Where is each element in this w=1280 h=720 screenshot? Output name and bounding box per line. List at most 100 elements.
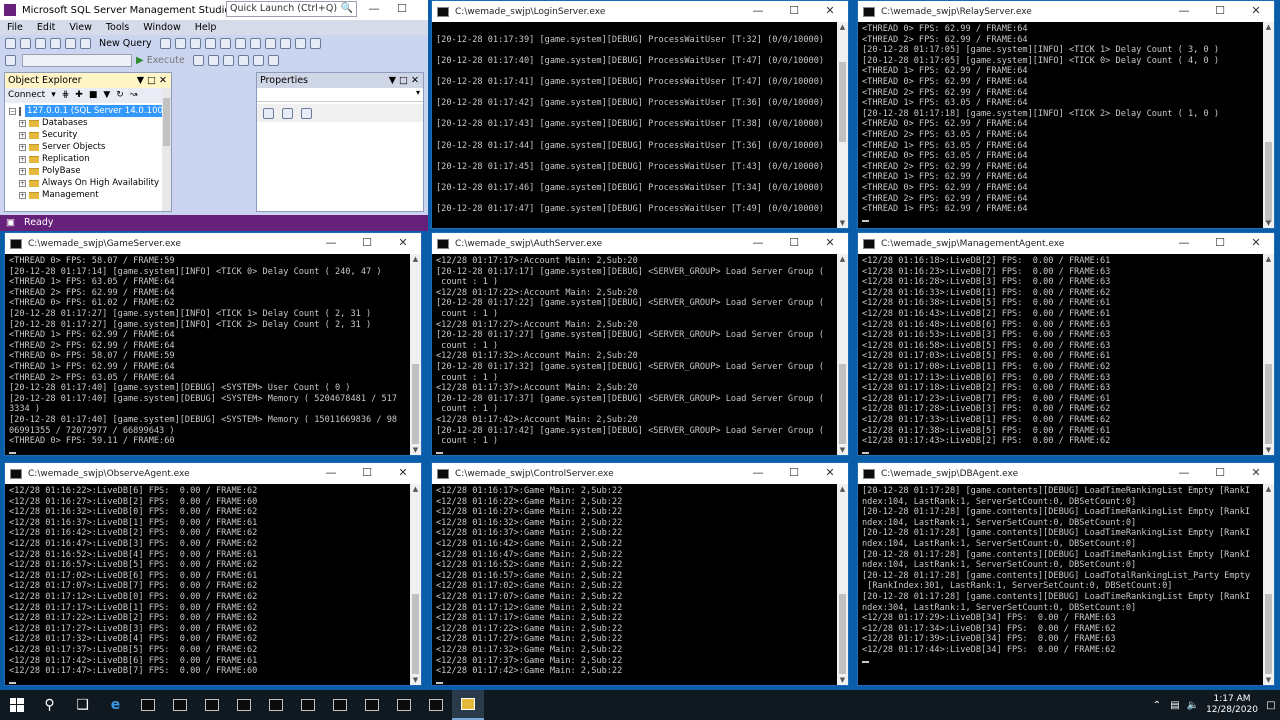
observe-agent-console[interactable]: C:\wemade_swjp\ObserveAgent.exe — ☐ ✕ <12/… [4, 462, 422, 686]
volume-icon[interactable]: 🔈 [1186, 700, 1200, 711]
scroll-down-icon[interactable]: ▼ [1263, 218, 1274, 228]
taskbar-app-console-7[interactable] [324, 690, 356, 720]
console-scrollbar[interactable]: ▲ ▼ [837, 22, 848, 228]
connect-icon[interactable]: ⋕ [62, 88, 70, 103]
taskbar-app-ssms[interactable] [452, 690, 484, 720]
quick-launch-input[interactable]: Quick Launch (Ctrl+Q) 🔍 [226, 1, 357, 17]
game-server-console[interactable]: C:\wemade_swjp\GameServer.exe — ☐ ✕ <THREA… [4, 232, 422, 456]
refresh-icon[interactable]: ↻ [116, 88, 124, 103]
connect-button[interactable]: Connect [8, 88, 45, 103]
scroll-up-icon[interactable]: ▲ [410, 484, 421, 494]
console-scrollbar[interactable]: ▲ ▼ [1263, 254, 1274, 455]
close-button[interactable]: ✕ [1238, 463, 1274, 484]
tree-node-security[interactable]: + Security [9, 129, 171, 141]
forward-icon[interactable] [20, 38, 31, 49]
close-icon[interactable]: ▼ □ ✕ [137, 73, 167, 88]
login-server-console[interactable]: C:\wemade_swjp\LoginServer.exe — ☐ ✕ [20-1… [431, 0, 849, 229]
results-icon[interactable] [237, 55, 249, 66]
pin-icon[interactable]: ▼ □ ✕ [389, 73, 419, 88]
chevron-up-icon[interactable]: ⌃ [1150, 700, 1164, 711]
activity-icon[interactable]: ↝ [130, 88, 138, 103]
disconnect-icon[interactable]: ✚ [75, 88, 83, 103]
taskbar-app-console-9[interactable] [388, 690, 420, 720]
scroll-up-icon[interactable]: ▲ [410, 254, 421, 264]
taskbar-app-console-6[interactable] [292, 690, 324, 720]
chevron-down-icon[interactable]: ▾ [51, 88, 56, 103]
expand-icon[interactable]: + [19, 191, 26, 199]
network-icon[interactable]: ▤ [1168, 700, 1182, 711]
db-agent-console[interactable]: C:\wemade_swjp\DBAgent.exe — ☐ ✕ [20-12-28… [857, 462, 1275, 686]
comment-icon[interactable] [252, 55, 264, 66]
alphabetical-icon[interactable] [282, 107, 293, 119]
expand-icon[interactable]: + [19, 143, 26, 151]
scroll-down-icon[interactable]: ▼ [1263, 445, 1274, 455]
task-view-button[interactable]: ❑ [66, 690, 99, 720]
database-dropdown[interactable] [22, 54, 132, 67]
console-scrollbar[interactable]: ▲ ▼ [837, 484, 848, 685]
expand-icon[interactable]: + [19, 179, 26, 187]
scrollbar-thumb[interactable] [839, 62, 846, 142]
db-query-icon[interactable] [159, 38, 171, 49]
scroll-down-icon[interactable]: ▼ [837, 445, 848, 455]
management-agent-console[interactable]: C:\wemade_swjp\ManagementAgent.exe — ☐ ✕ <… [857, 232, 1275, 456]
undo-icon[interactable] [279, 38, 291, 49]
maximize-button[interactable]: ☐ [776, 233, 812, 254]
copy-icon[interactable] [249, 38, 261, 49]
taskbar-app-console-1[interactable] [132, 690, 164, 720]
menu-file[interactable]: File [0, 22, 30, 33]
console-scrollbar[interactable]: ▲ ▼ [410, 254, 421, 455]
minimize-button[interactable]: — [313, 233, 349, 254]
console-scrollbar[interactable]: ▲ ▼ [1263, 484, 1274, 685]
close-button[interactable]: ✕ [1238, 1, 1274, 22]
auth-server-console[interactable]: C:\wemade_swjp\AuthServer.exe — ☐ ✕ <12/28… [431, 232, 849, 456]
maximize-button[interactable]: ☐ [1202, 463, 1238, 484]
taskbar-app-console-10[interactable] [420, 690, 452, 720]
taskbar-app-console-2[interactable] [164, 690, 196, 720]
scroll-up-icon[interactable]: ▲ [1263, 254, 1274, 264]
object-explorer-scrollbar[interactable] [162, 88, 171, 211]
categorized-icon[interactable] [263, 107, 274, 119]
maximize-button[interactable]: ☐ [1202, 1, 1238, 22]
scrollbar-thumb[interactable] [839, 594, 846, 674]
expand-icon[interactable]: + [19, 131, 26, 139]
filter-icon[interactable]: ▼ [103, 88, 110, 103]
scroll-up-icon[interactable]: ▲ [837, 22, 848, 32]
maximize-button[interactable]: ☐ [349, 463, 385, 484]
scrollbar-thumb[interactable] [163, 98, 170, 146]
tree-node-databases[interactable]: + Databases [9, 117, 171, 129]
minimize-button[interactable]: — [1166, 463, 1202, 484]
scroll-down-icon[interactable]: ▼ [1263, 675, 1274, 685]
menu-tools[interactable]: Tools [99, 22, 136, 33]
paste-icon[interactable] [264, 38, 276, 49]
collapse-icon[interactable]: − [9, 107, 16, 115]
menu-help[interactable]: Help [188, 22, 224, 33]
minimize-button[interactable]: — [740, 463, 776, 484]
scrollbar-thumb[interactable] [412, 364, 419, 444]
xmla-query-icon[interactable] [204, 38, 216, 49]
start-button[interactable] [0, 690, 33, 720]
close-button[interactable]: ✕ [385, 463, 421, 484]
console-scrollbar[interactable]: ▲ ▼ [1263, 22, 1274, 228]
console-scrollbar[interactable]: ▲ ▼ [410, 484, 421, 685]
expand-icon[interactable]: + [19, 167, 26, 175]
scrollbar-thumb[interactable] [1265, 364, 1272, 444]
close-button[interactable]: ✕ [812, 233, 848, 254]
execute-button[interactable]: Execute [147, 55, 185, 66]
taskbar-clock[interactable]: 1:17 AM 12/28/2020 [1202, 694, 1262, 716]
minimize-button[interactable]: — [313, 463, 349, 484]
close-button[interactable]: ✕ [385, 233, 421, 254]
tree-node-always-on[interactable]: + Always On High Availability [9, 177, 171, 189]
stop-icon[interactable]: ■ [89, 88, 98, 103]
scroll-up-icon[interactable]: ▲ [837, 484, 848, 494]
notification-icon[interactable]: □ [1264, 700, 1278, 711]
tree-node-server[interactable]: − 127.0.0.1 (SQL Server 14.0.1000.169 - [9, 105, 171, 117]
parse-icon[interactable] [222, 55, 234, 66]
maximize-button[interactable]: ☐ [776, 463, 812, 484]
scroll-down-icon[interactable]: ▼ [410, 675, 421, 685]
scroll-up-icon[interactable]: ▲ [1263, 484, 1274, 494]
maximize-button[interactable]: ☐ [776, 1, 812, 22]
close-button[interactable]: ✕ [812, 1, 848, 22]
edge-button[interactable]: e [99, 690, 132, 720]
scrollbar-thumb[interactable] [1265, 594, 1272, 674]
scrollbar-thumb[interactable] [412, 594, 419, 674]
